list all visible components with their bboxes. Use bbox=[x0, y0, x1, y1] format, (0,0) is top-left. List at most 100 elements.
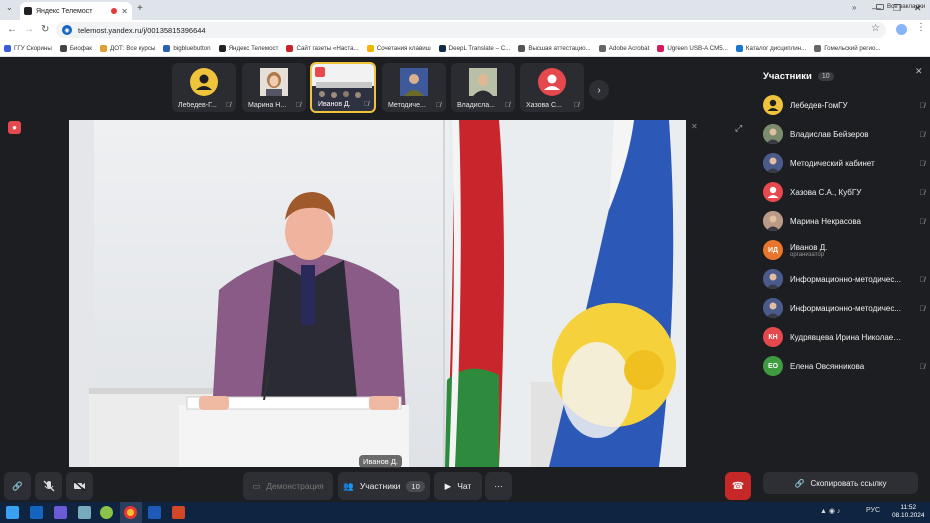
bookmark-item[interactable]: Каталог дисциплин... bbox=[735, 44, 806, 52]
participant-name: Марина Некрасова bbox=[790, 216, 861, 226]
participant-row[interactable]: Хазова С.А., КубГУ 🎙̸ bbox=[763, 181, 925, 203]
participant-row[interactable]: Владислав Бейзеров 🎙̸ bbox=[763, 123, 925, 145]
mic-muted-icon: 🎙̸ bbox=[919, 129, 925, 139]
bookmark-label: Сочетания клавиш bbox=[376, 44, 431, 52]
outlook-icon[interactable] bbox=[30, 506, 43, 519]
bookmark-favicon-icon bbox=[814, 44, 822, 52]
system-clock[interactable]: 11:52 08.10.2024 bbox=[892, 504, 925, 520]
bookmark-favicon-icon bbox=[735, 44, 743, 52]
fullscreen-icon[interactable]: ⤢ bbox=[735, 123, 742, 134]
bookmark-item[interactable]: Гомельский регио... bbox=[814, 44, 881, 52]
bookmark-item[interactable]: Яндекс Телемост bbox=[218, 44, 278, 52]
participant-text: Хазова С.А., КубГУ bbox=[790, 188, 902, 197]
participant-row[interactable]: Методический кабинет 🎙̸ bbox=[763, 152, 925, 174]
mic-muted-icon: 🎙̸ bbox=[919, 274, 925, 284]
bookmark-star-icon[interactable]: ☆ bbox=[871, 23, 880, 34]
thumbnail-tile[interactable]: Лебедев-Г... 🎙̸ bbox=[172, 63, 236, 112]
recording-badge-icon[interactable]: ● bbox=[8, 121, 21, 134]
keyboard-language[interactable]: РУС bbox=[866, 507, 880, 514]
participant-row[interactable]: Информационно-методичес... 🎙̸ bbox=[763, 268, 925, 290]
app-icon[interactable] bbox=[100, 506, 113, 519]
participants-count-badge: 10 bbox=[406, 480, 425, 492]
bookmark-item[interactable]: Adobe Acrobat bbox=[598, 44, 649, 52]
participant-row[interactable]: ЕО Елена Овсянникова 🎙̸ bbox=[763, 355, 925, 377]
participant-row[interactable]: Лебедев-ГомГУ 🎙̸ bbox=[763, 94, 925, 116]
powerpoint-icon[interactable] bbox=[172, 506, 185, 519]
participants-panel: Участники 10 ✕ Лебедев-ГомГУ 🎙̸ Владислав … bbox=[755, 57, 930, 502]
thumbnail-tile[interactable]: Владисла... 🎙̸ bbox=[451, 63, 515, 112]
microphone-button[interactable] bbox=[35, 472, 62, 500]
thumbnail-tile[interactable]: Марина Н... 🎙̸ bbox=[242, 63, 306, 112]
person-avatar-icon bbox=[763, 182, 783, 202]
more-options-button[interactable]: ⋯ bbox=[485, 472, 512, 500]
hang-up-button[interactable]: ☎ bbox=[725, 472, 751, 500]
tab-close-icon[interactable]: ✕ bbox=[121, 7, 128, 16]
save-disk-icon[interactable] bbox=[54, 506, 67, 519]
participants-button[interactable]: 👥 Участники 10 bbox=[338, 472, 430, 500]
thumbnails-next-icon[interactable]: › bbox=[589, 80, 609, 100]
tray-icons[interactable]: ▲ ◉ ♪ bbox=[820, 507, 840, 515]
browser-tab-bar: ⌄ Яндекс Телемост ✕ + — ❐ ✕ bbox=[0, 0, 930, 20]
bookmark-label: Ugreen USB-A CM5... bbox=[667, 44, 728, 52]
video-close-icon[interactable]: ✕ bbox=[691, 122, 698, 131]
profile-avatar[interactable] bbox=[896, 24, 907, 35]
participant-row[interactable]: ИД Иванов Д. организатор bbox=[763, 239, 925, 261]
url-input[interactable]: ◉ telemost.yandex.ru/j/00135815396644 ☆ bbox=[56, 22, 886, 38]
bookmark-item[interactable]: Сайт газеты «Наста... bbox=[286, 44, 359, 52]
invite-link-button[interactable]: 🔗 bbox=[4, 472, 31, 500]
participant-row[interactable]: Марина Некрасова 🎙̸ bbox=[763, 210, 925, 232]
bookmark-item[interactable]: Высшая аттестацио... bbox=[518, 44, 591, 52]
camera-button[interactable] bbox=[66, 472, 93, 500]
copy-link-button[interactable]: 🔗 Скопировать ссылку bbox=[763, 472, 918, 494]
panel-close-icon[interactable]: ✕ bbox=[915, 66, 923, 77]
bookmark-item[interactable]: ГГУ Скорины bbox=[4, 44, 52, 52]
start-windows-icon[interactable] bbox=[6, 506, 19, 519]
tab-list-chevron-icon[interactable]: ⌄ bbox=[6, 3, 13, 12]
mic-muted-icon: 🎙̸ bbox=[919, 303, 925, 313]
thumbnail-tile-active[interactable]: Иванов Д. 🎙̸ bbox=[310, 62, 376, 113]
screen-share-button[interactable]: ▭ Демонстрация bbox=[243, 472, 333, 500]
notepad-icon[interactable] bbox=[78, 506, 91, 519]
site-info-icon[interactable]: ◉ bbox=[62, 25, 72, 35]
word-icon[interactable] bbox=[148, 506, 161, 519]
forward-arrow-icon[interactable]: → bbox=[24, 24, 34, 35]
speaker-video-frame bbox=[69, 120, 686, 467]
participant-row[interactable]: КН Кудрявцева Ирина Николаев... bbox=[763, 326, 925, 348]
bookmark-label: Сайт газеты «Наста... bbox=[296, 44, 359, 52]
thumbnail-label: Владисла... bbox=[457, 102, 495, 109]
browser-menu-icon[interactable]: ⋮ bbox=[916, 22, 926, 33]
back-arrow-icon[interactable]: ← bbox=[7, 24, 17, 35]
hang-up-icon: ☎ bbox=[731, 480, 745, 492]
mic-off-icon bbox=[43, 480, 54, 492]
bookmark-item[interactable]: ДОТ: Все курсы bbox=[100, 44, 155, 52]
participant-row[interactable]: Информационно-методичес... 🎙̸ bbox=[763, 297, 925, 319]
all-bookmarks-button[interactable]: Все закладки bbox=[876, 3, 925, 10]
bookmark-item[interactable]: bigbluebutton bbox=[163, 44, 211, 52]
thumbnail-tile[interactable]: Хазова С... 🎙̸ bbox=[520, 63, 584, 112]
windows-taskbar: ▲ ◉ ♪ РУС 11:52 08.10.2024 bbox=[0, 502, 930, 523]
main-video bbox=[69, 120, 686, 467]
bookmark-item[interactable]: Сочетания клавиш bbox=[366, 44, 431, 52]
chrome-icon[interactable] bbox=[124, 506, 137, 519]
thumbnail-tile[interactable]: Методиче... 🎙̸ bbox=[382, 63, 446, 112]
participant-photo bbox=[400, 68, 428, 96]
participants-label: Участники bbox=[359, 481, 401, 491]
thumbnail-label: Иванов Д. bbox=[318, 101, 351, 108]
bookmark-item[interactable]: Ugreen USB-A CM5... bbox=[657, 44, 728, 52]
bookmark-item[interactable]: DeepL Translate – С... bbox=[438, 44, 510, 52]
browser-tab-telemost[interactable]: Яндекс Телемост ✕ bbox=[20, 2, 132, 20]
bookmark-label: Биофак bbox=[69, 44, 93, 52]
chat-button[interactable]: ▶ Чат bbox=[434, 472, 482, 500]
screen-share-label: Демонстрация bbox=[266, 481, 324, 491]
bookmarks-overflow-icon[interactable]: » bbox=[852, 3, 856, 12]
url-text: telemost.yandex.ru/j/00135815396644 bbox=[78, 25, 206, 35]
reload-icon[interactable]: ↻ bbox=[41, 24, 49, 35]
participant-text: Информационно-методичес... bbox=[790, 275, 902, 284]
bookmark-favicon-icon bbox=[163, 44, 171, 52]
participant-name: Иванов Д. bbox=[790, 242, 828, 252]
bookmark-item[interactable]: Биофак bbox=[59, 44, 93, 52]
new-tab-button[interactable]: + bbox=[137, 3, 143, 14]
bookmark-label: Высшая аттестацио... bbox=[528, 44, 591, 52]
thumbnail-label: Марина Н... bbox=[248, 102, 287, 109]
thumbnail-label: Методиче... bbox=[388, 102, 426, 109]
